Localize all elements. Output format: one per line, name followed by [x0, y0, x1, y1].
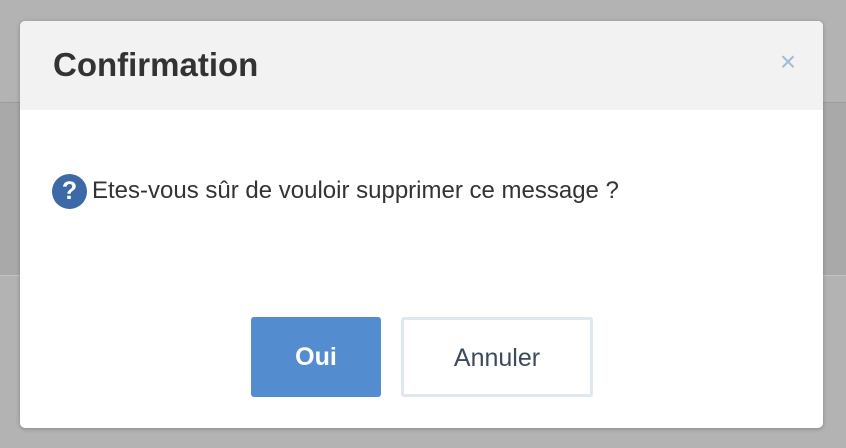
confirmation-message: Etes-vous sûr de vouloir supprimer ce me… [92, 177, 619, 204]
dialog-header: Confirmation × [20, 21, 823, 110]
question-icon: ? [52, 173, 87, 209]
confirmation-dialog: Confirmation × ? Etes-vous sûr de vouloi… [20, 21, 823, 428]
close-icon[interactable]: × [774, 48, 802, 76]
dialog-title: Confirmation [53, 46, 259, 83]
cancel-button[interactable]: Annuler [401, 317, 593, 397]
message-row: ? Etes-vous sûr de vouloir supprimer ce … [52, 173, 619, 209]
confirm-yes-button[interactable]: Oui [251, 317, 381, 397]
